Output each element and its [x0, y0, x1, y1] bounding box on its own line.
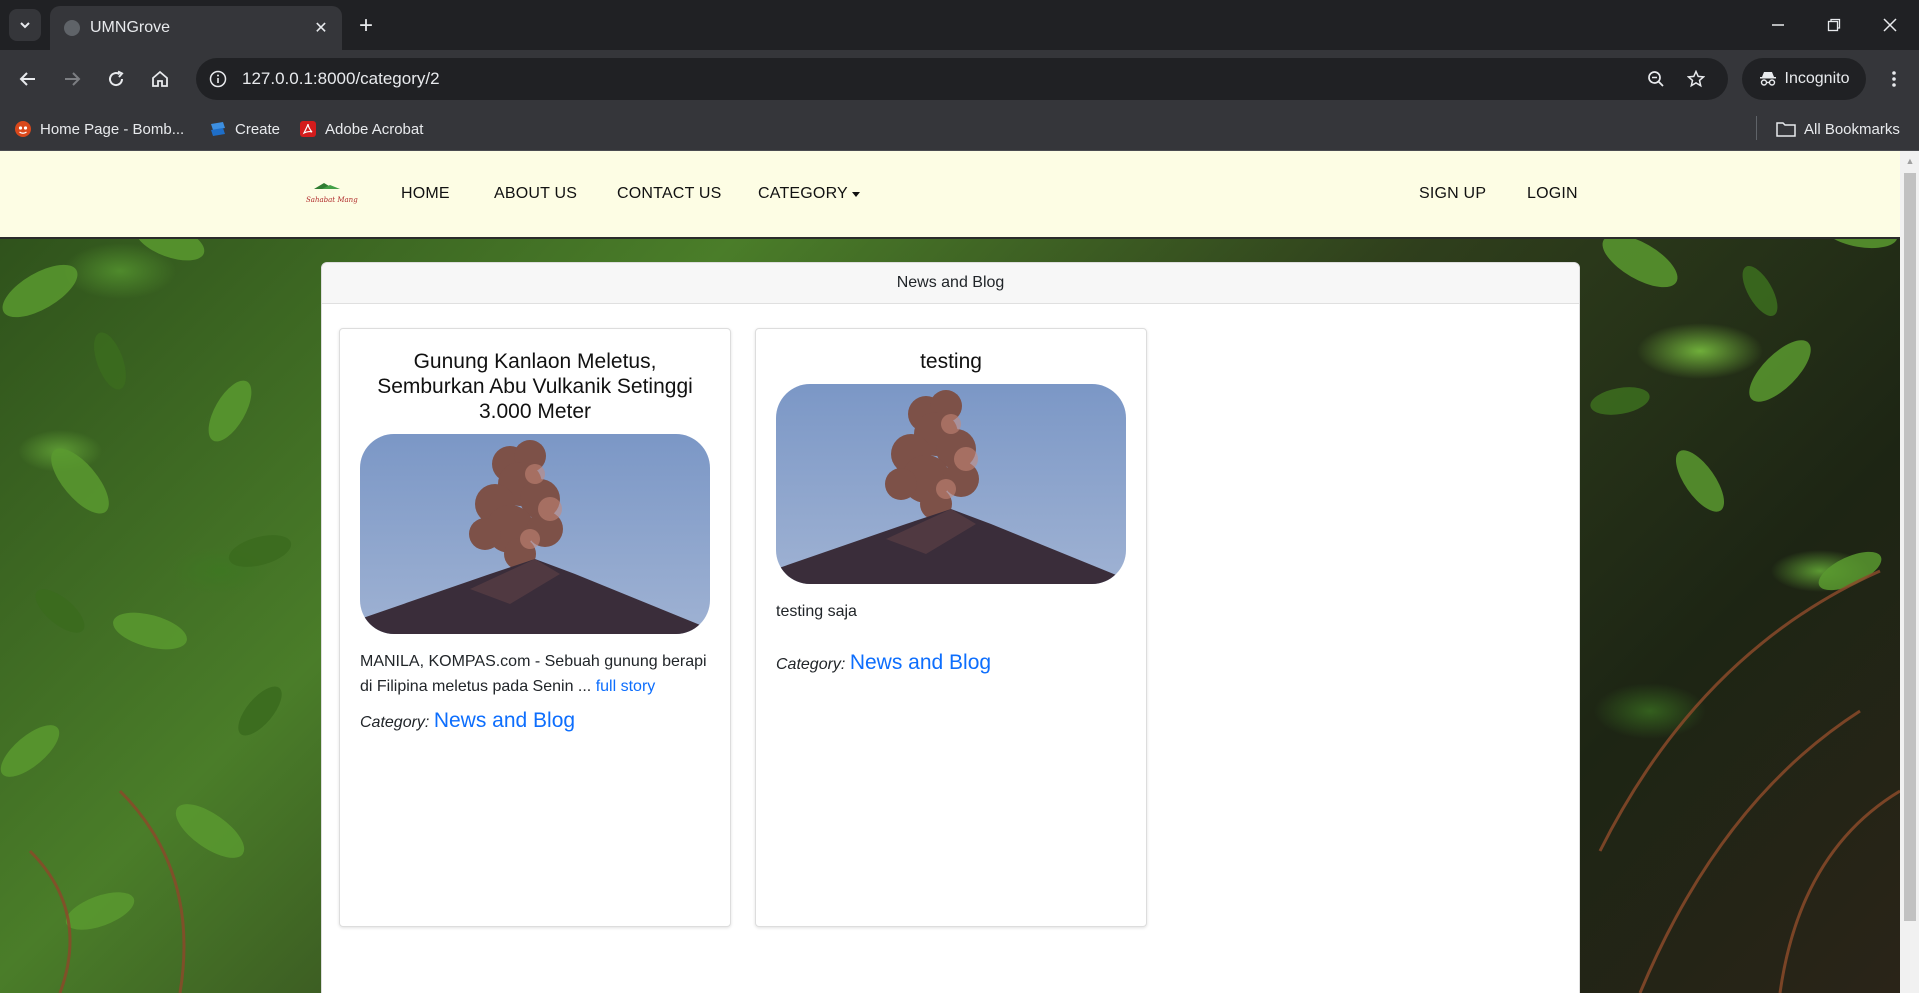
post-excerpt: testing saja	[776, 599, 1126, 624]
volcano-image	[776, 384, 1126, 584]
scroll-thumb[interactable]	[1904, 173, 1916, 921]
nav-category-label: CATEGORY	[758, 185, 848, 202]
post-excerpt-text: testing saja	[776, 603, 857, 620]
more-menu-icon[interactable]	[1876, 61, 1912, 97]
incognito-icon	[1759, 72, 1776, 86]
incognito-indicator[interactable]: Incognito	[1742, 58, 1866, 100]
full-story-link[interactable]: full story	[596, 678, 656, 695]
bookmark-label: Adobe Acrobat	[325, 120, 424, 138]
back-icon[interactable]	[10, 61, 46, 97]
star-icon[interactable]	[1682, 65, 1710, 93]
category-label: Category:	[776, 656, 846, 673]
globe-icon	[64, 20, 80, 36]
all-bookmarks-button[interactable]: All Bookmarks	[1776, 116, 1900, 142]
post-category: Category: News and Blog	[776, 649, 1126, 679]
create-favicon-icon	[211, 122, 225, 136]
bookmark-label: Create	[235, 120, 281, 138]
new-tab-button[interactable]: +	[352, 12, 380, 40]
url-text[interactable]: 127.0.0.1:8000/category/2	[242, 68, 440, 90]
incognito-label: Incognito	[1784, 70, 1850, 87]
nav-contact-us[interactable]: CONTACT US	[617, 184, 722, 204]
nav-login[interactable]: LOGIN	[1527, 184, 1578, 204]
post-image[interactable]	[776, 384, 1126, 584]
category-label: Category:	[360, 714, 430, 731]
bookmark-adobe-acrobat[interactable]: Adobe Acrobat	[299, 116, 423, 142]
site-logo[interactable]: Sahabat Mangrove	[304, 181, 358, 207]
tab-title: UMNGrove	[90, 19, 171, 36]
browser-tab[interactable]: UMNGrove ✕	[50, 6, 342, 50]
bookmark-home-page[interactable]: Home Page - Bomb...	[14, 116, 184, 142]
home-icon[interactable]	[142, 61, 178, 97]
close-window-icon[interactable]	[1862, 0, 1918, 50]
nav-sign-up[interactable]: SIGN UP	[1419, 184, 1486, 204]
site-info-icon[interactable]	[204, 65, 232, 93]
category-header: News and Blog	[322, 263, 1579, 304]
post-excerpt: MANILA, KOMPAS.com - Sebuah gunung berap…	[360, 649, 710, 699]
tab-search-button[interactable]	[9, 9, 41, 41]
volcano-image	[360, 434, 710, 634]
logo-text: Sahabat Mangrove	[306, 196, 358, 204]
nav-home[interactable]: HOME	[401, 184, 450, 204]
nav-about-us[interactable]: ABOUT US	[494, 184, 577, 204]
tab-strip: UMNGrove ✕ +	[0, 0, 1919, 50]
bookmark-create[interactable]: Create	[209, 116, 280, 142]
nav-category-dropdown[interactable]: CATEGORY	[758, 184, 860, 204]
forward-icon[interactable]	[54, 61, 90, 97]
folder-icon	[1776, 122, 1796, 137]
reload-icon[interactable]	[98, 61, 134, 97]
restore-icon[interactable]	[1806, 0, 1862, 50]
post-card: Gunung Kanlaon Meletus, Semburkan Abu Vu…	[339, 328, 731, 927]
content-card: News and Blog Gunung Kanlaon Meletus, Se…	[321, 262, 1580, 993]
page-scrollbar[interactable]: ▲	[1900, 151, 1919, 993]
caret-down-icon	[851, 191, 860, 197]
post-image[interactable]	[360, 434, 710, 634]
acrobat-favicon-icon	[300, 121, 316, 137]
post-category: Category: News and Blog	[360, 707, 710, 737]
page-viewport: Sahabat Mangrove HOME ABOUT US CONTACT U…	[0, 151, 1900, 993]
bookmark-label: Home Page - Bomb...	[40, 120, 185, 138]
post-card: testing testing saja Category: News and …	[755, 328, 1147, 927]
site-navbar: Sahabat Mangrove HOME ABOUT US CONTACT U…	[0, 151, 1900, 239]
bombastic-favicon-icon	[15, 121, 31, 137]
post-title[interactable]: Gunung Kanlaon Meletus, Semburkan Abu Vu…	[360, 349, 710, 424]
category-link[interactable]: News and Blog	[850, 651, 991, 674]
chevron-down-icon	[20, 22, 30, 29]
bookmarks-divider	[1756, 116, 1757, 140]
bookmarks-bar: Home Page - Bomb... Create Adobe Acrobat…	[0, 108, 1919, 151]
close-icon[interactable]: ✕	[310, 17, 332, 39]
post-title[interactable]: testing	[776, 349, 1126, 374]
zoom-icon[interactable]	[1642, 65, 1670, 93]
all-bookmarks-label: All Bookmarks	[1804, 120, 1900, 138]
browser-toolbar: 127.0.0.1:8000/category/2 Incognito	[0, 50, 1919, 108]
scroll-up-icon[interactable]: ▲	[1904, 155, 1916, 167]
address-bar[interactable]: 127.0.0.1:8000/category/2	[196, 58, 1728, 100]
category-link[interactable]: News and Blog	[434, 709, 575, 732]
minimize-icon[interactable]	[1750, 0, 1806, 50]
